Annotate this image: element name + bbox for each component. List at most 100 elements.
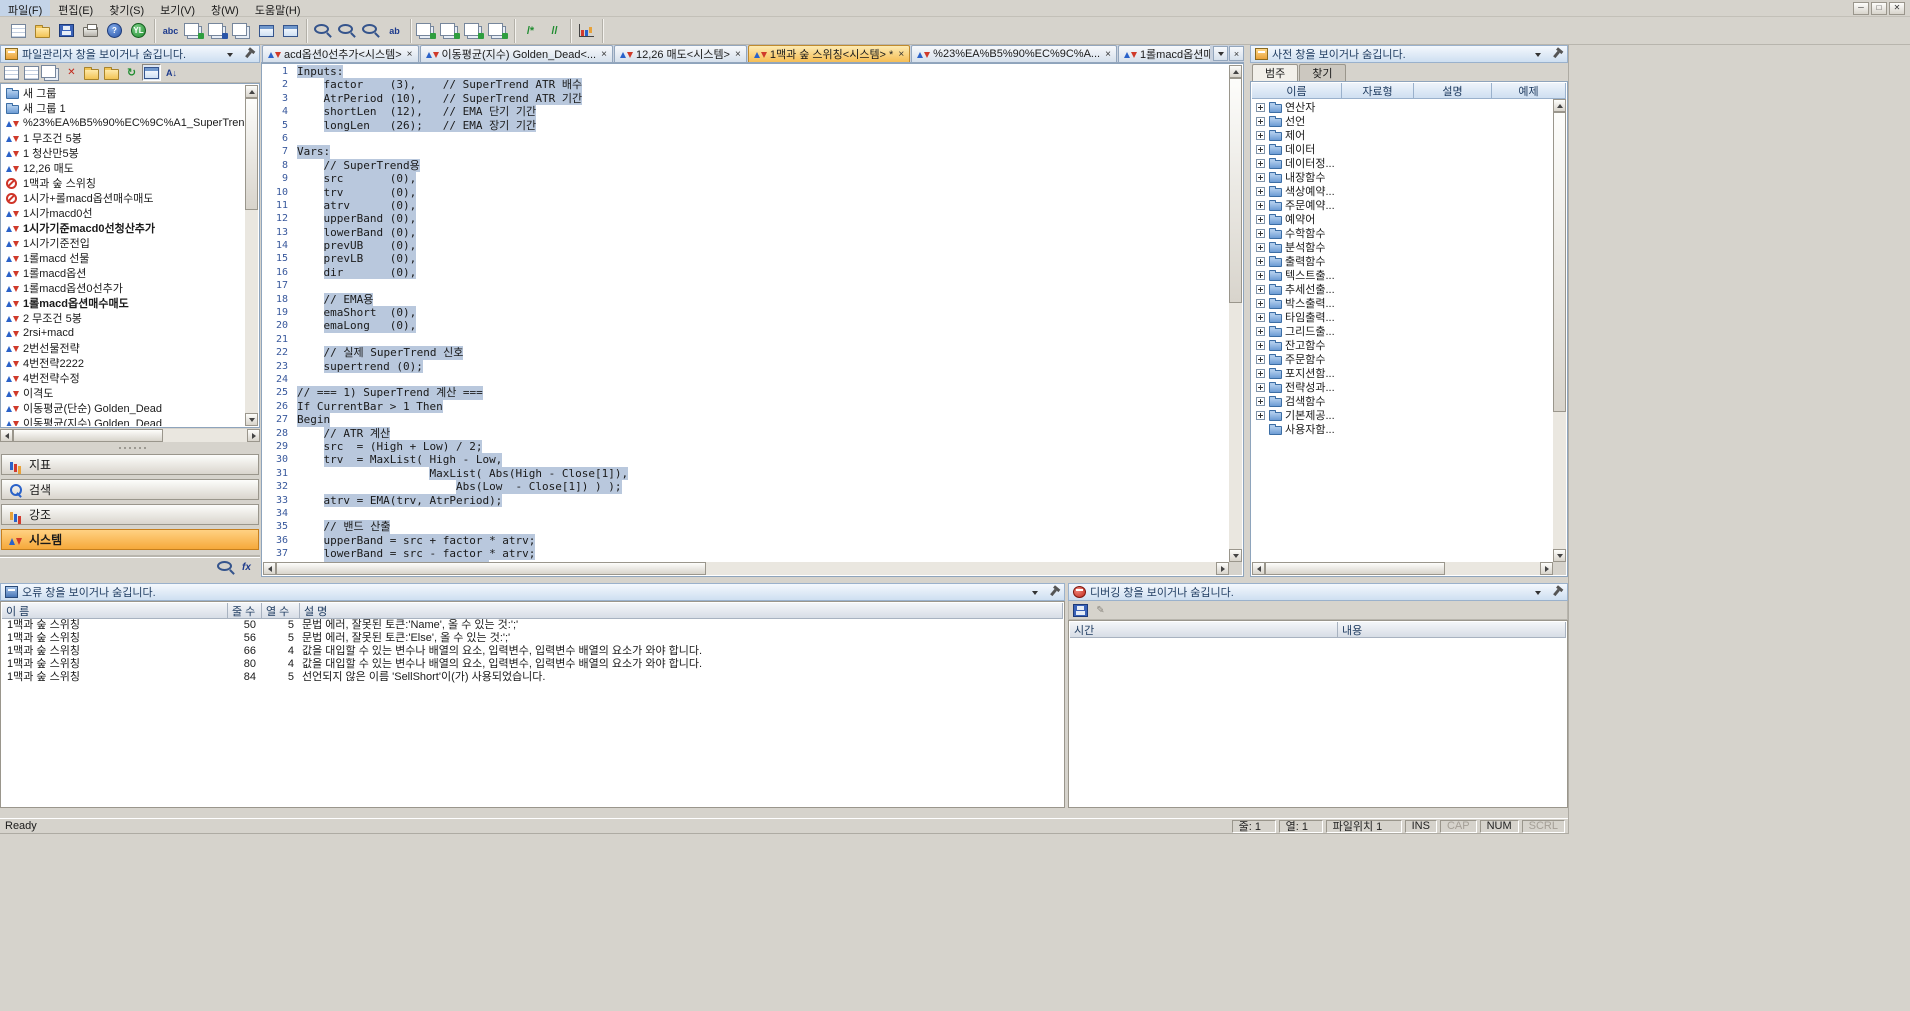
code-line[interactable]: 19 emaShort (0),	[263, 306, 1229, 319]
scrollbar-thumb[interactable]	[1265, 562, 1445, 575]
upload-icon[interactable]	[463, 19, 486, 42]
file-tree-item[interactable]: 2 무조건 5봉	[2, 310, 245, 325]
dictionary-category-row[interactable]: 타임출력...	[1252, 310, 1553, 324]
code-line[interactable]: 17	[263, 279, 1229, 292]
column-header[interactable]: 내용	[1338, 622, 1566, 638]
error-row[interactable]: 1맥과 숲 스위칭 84 5 선언되지 않은 이름 'SellShort'이(가…	[2, 671, 1063, 684]
dictionary-category-row[interactable]: 제어	[1252, 128, 1553, 142]
code-line[interactable]: 34	[263, 507, 1229, 520]
sidebar-button-system[interactable]: 시스템	[1, 529, 259, 550]
dictionary-vscrollbar[interactable]	[1553, 99, 1566, 562]
error-row[interactable]: 1맥과 숲 스위칭 50 5 문법 에러, 잘못된 토큰:'Name', 올 수…	[2, 619, 1063, 632]
scroll-right-button[interactable]	[1216, 562, 1229, 575]
find-strategy-icon[interactable]	[216, 559, 235, 576]
code-line[interactable]: 27Begin	[263, 413, 1229, 426]
code-line[interactable]: 21	[263, 333, 1229, 346]
scroll-up-button[interactable]	[1553, 99, 1566, 112]
scrollbar-thumb[interactable]	[276, 562, 706, 575]
expand-icon[interactable]	[1256, 341, 1265, 350]
scrollbar-thumb[interactable]	[1553, 112, 1566, 412]
code-line[interactable]: 20 emaLong (0),	[263, 319, 1229, 332]
tab-list-button[interactable]	[1213, 46, 1228, 61]
column-header[interactable]: 열 수	[262, 603, 300, 619]
scroll-left-button[interactable]	[263, 562, 276, 575]
dictionary-category-row[interactable]: 데이터정...	[1252, 156, 1553, 170]
sidebar-button-highlight[interactable]: 강조	[1, 504, 259, 525]
open-file-icon[interactable]	[31, 19, 54, 42]
save-icon[interactable]	[55, 19, 78, 42]
code-line[interactable]: 13 lowerBand (0),	[263, 226, 1229, 239]
file-tree-item[interactable]: 1 무조건 5봉	[2, 130, 245, 145]
column-header[interactable]: 이 름	[2, 603, 228, 619]
editor-hscrollbar[interactable]	[263, 562, 1229, 575]
dictionary-category-row[interactable]: 전략성과...	[1252, 380, 1553, 394]
expand-icon[interactable]	[1256, 271, 1265, 280]
close-document-button[interactable]: ×	[1229, 46, 1244, 61]
code-line[interactable]: 11 atrv (0),	[263, 199, 1229, 212]
file-tree-item[interactable]: 새 그룹 1	[2, 100, 245, 115]
find-icon[interactable]	[311, 19, 334, 42]
file-tree-item[interactable]: 4번전략수정	[2, 370, 245, 385]
tab-close-icon[interactable]: ×	[407, 49, 413, 60]
code-line[interactable]: 15 prevLB (0),	[263, 252, 1229, 265]
file-tree-item[interactable]: 1맥과 숲 스위칭	[2, 175, 245, 190]
expand-icon[interactable]	[1256, 187, 1265, 196]
expand-icon[interactable]	[1256, 117, 1265, 126]
panel-menu-button[interactable]	[223, 48, 237, 61]
dictionary-category-row[interactable]: 색상예약...	[1252, 184, 1553, 198]
dictionary-tab[interactable]: 찾기	[1299, 64, 1345, 81]
dictionary-category-row[interactable]: 연산자	[1252, 100, 1553, 114]
expand-icon[interactable]	[1256, 411, 1265, 420]
expand-icon[interactable]	[1256, 397, 1265, 406]
tab-close-icon[interactable]: ×	[898, 49, 904, 60]
yeslanguage-logo-icon[interactable]: YL	[127, 19, 150, 42]
copy-strategy-icon[interactable]	[42, 64, 61, 81]
file-tree-item[interactable]: 12,26 매도	[2, 160, 245, 175]
menu-item[interactable]: 찾기(S)	[101, 0, 152, 16]
expand-icon[interactable]	[1256, 131, 1265, 140]
file-tree-item[interactable]: 이동평균(지수) Golden_Dead	[2, 415, 245, 426]
expand-icon[interactable]	[1256, 229, 1265, 238]
expand-icon[interactable]	[1256, 173, 1265, 182]
dictionary-category-row[interactable]: 주문예약...	[1252, 198, 1553, 212]
panel-pin-button[interactable]	[1046, 586, 1060, 599]
sort-list-icon[interactable]: A↓	[162, 64, 181, 81]
grid-view-icon[interactable]	[142, 64, 161, 81]
code-line[interactable]: 8 // SuperTrend용	[263, 159, 1229, 172]
editor-tab[interactable]: %23%EA%B5%90%EC%9C%A... ×	[911, 45, 1117, 62]
menu-item[interactable]: 파일(F)	[0, 0, 50, 16]
panel-splitter-handle[interactable]	[0, 444, 260, 452]
help-icon[interactable]: ?	[103, 19, 126, 42]
compile-icon[interactable]	[439, 19, 462, 42]
file-tree-item[interactable]: 2rsi+macd	[2, 325, 245, 340]
code-editor[interactable]: 1Inputs: 2 factor (3), // SuperTrend ATR…	[261, 63, 1244, 577]
code-line[interactable]: 32 Abs(Low - Close[1]) ) );	[263, 480, 1229, 493]
new-group-icon[interactable]	[82, 64, 101, 81]
tab-close-icon[interactable]: ×	[601, 49, 607, 60]
delete-strategy-icon[interactable]: ✕	[62, 64, 81, 81]
expand-icon[interactable]	[1256, 257, 1265, 266]
code-line[interactable]: 18 // EMA용	[263, 293, 1229, 306]
panel-pin-button[interactable]	[1549, 586, 1563, 599]
code-line[interactable]: 31 MaxList( Abs(High - Close[1]),	[263, 467, 1229, 480]
file-tree-item[interactable]: 2번선물전략	[2, 340, 245, 355]
code-line[interactable]: 16 dir (0),	[263, 266, 1229, 279]
code-line[interactable]: 5 longLen (26); // EMA 장기 기간	[263, 119, 1229, 132]
save-log-icon[interactable]	[1071, 602, 1090, 619]
code-line[interactable]: 7Vars:	[263, 145, 1229, 158]
scroll-left-button[interactable]	[1252, 562, 1265, 575]
column-header[interactable]: 자료형	[1342, 83, 1414, 99]
expand-icon[interactable]	[1256, 103, 1265, 112]
column-header[interactable]: 예제	[1492, 83, 1566, 99]
expand-icon[interactable]	[1256, 159, 1265, 168]
scrollbar-thumb[interactable]	[1229, 78, 1242, 303]
code-area[interactable]: 1Inputs: 2 factor (3), // SuperTrend ATR…	[263, 65, 1229, 562]
dictionary-category-row[interactable]: 주문함수	[1252, 352, 1553, 366]
panel-menu-button[interactable]	[1028, 586, 1042, 599]
code-line[interactable]: 3 AtrPeriod (10), // SuperTrend ATR 기간	[263, 92, 1229, 105]
file-tree-item[interactable]: 1시가기준전입	[2, 235, 245, 250]
editor-tab[interactable]: 1맥과 숲 스위칭<시스템> * ×	[748, 45, 910, 62]
code-line[interactable]: 29 src = (High + Low) / 2;	[263, 440, 1229, 453]
dictionary-category-row[interactable]: 검색함수	[1252, 394, 1553, 408]
code-line[interactable]: 25// === 1) SuperTrend 계산 ===	[263, 386, 1229, 399]
